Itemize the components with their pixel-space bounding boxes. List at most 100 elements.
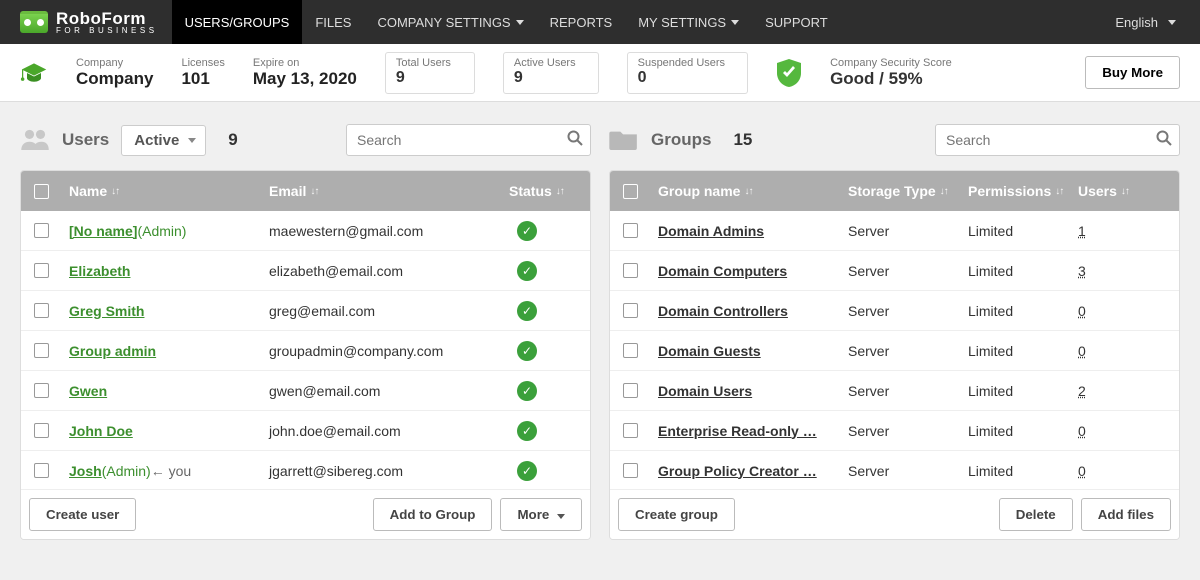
group-users: 0 (1070, 303, 1138, 319)
select-all-users-checkbox[interactable] (34, 184, 49, 199)
row-checkbox[interactable] (34, 263, 49, 278)
select-all-groups-checkbox[interactable] (623, 184, 638, 199)
group-users-count[interactable]: 0 (1078, 423, 1086, 439)
row-checkbox[interactable] (34, 303, 49, 318)
col-users[interactable]: Users↓↑ (1070, 183, 1138, 199)
buy-more-button[interactable]: Buy More (1085, 56, 1180, 89)
row-checkbox[interactable] (34, 383, 49, 398)
group-link[interactable]: Enterprise Read-only … (658, 423, 817, 439)
nav-item-files[interactable]: FILES (302, 0, 364, 44)
col-group-name[interactable]: Group name↓↑ (650, 183, 840, 199)
row-checkbox[interactable] (623, 263, 638, 278)
group-link[interactable]: Domain Controllers (658, 303, 788, 319)
nav-item-reports[interactable]: REPORTS (537, 0, 626, 44)
row-checkbox[interactable] (623, 423, 638, 438)
group-link[interactable]: Domain Computers (658, 263, 787, 279)
users-filter-dropdown[interactable]: Active (121, 125, 206, 156)
group-users-count[interactable]: 1 (1078, 223, 1086, 239)
stat-active-users: Active Users 9 (503, 52, 599, 94)
row-checkbox[interactable] (623, 343, 638, 358)
users-search-input[interactable] (346, 124, 591, 156)
group-users-count[interactable]: 0 (1078, 463, 1086, 479)
user-status: ✓ (501, 421, 579, 441)
nav-item-my-settings[interactable]: MY SETTINGS (625, 0, 752, 44)
user-status: ✓ (501, 461, 579, 481)
group-row: Domain AdminsServerLimited1 (610, 211, 1179, 251)
logo-text: RoboForm FOR BUSINESS (56, 10, 158, 35)
user-link[interactable]: Josh (69, 463, 102, 479)
delete-button[interactable]: Delete (999, 498, 1073, 531)
group-permissions: Limited (960, 463, 1070, 479)
nav-item-support[interactable]: SUPPORT (752, 0, 841, 44)
user-email: jgarrett@sibereg.com (261, 463, 501, 479)
group-link[interactable]: Domain Guests (658, 343, 761, 359)
group-permissions: Limited (960, 343, 1070, 359)
group-name-cell: Group Policy Creator … (650, 463, 840, 479)
user-row: Elizabethelizabeth@email.com✓ (21, 251, 590, 291)
user-link[interactable]: Gwen (69, 383, 107, 399)
language-selector[interactable]: English (1115, 15, 1200, 30)
groups-search-input[interactable] (935, 124, 1180, 156)
group-permissions: Limited (960, 303, 1070, 319)
row-checkbox[interactable] (623, 383, 638, 398)
user-row: [No name] (Admin)maewestern@gmail.com✓ (21, 211, 590, 251)
search-icon[interactable] (1156, 130, 1172, 149)
row-checkbox[interactable] (34, 423, 49, 438)
group-link[interactable]: Domain Admins (658, 223, 764, 239)
row-checkbox[interactable] (623, 223, 638, 238)
group-users-count[interactable]: 3 (1078, 263, 1086, 279)
row-checkbox[interactable] (34, 343, 49, 358)
stat-total-users: Total Users 9 (385, 52, 475, 94)
nav-item-users-groups[interactable]: USERS/GROUPS (172, 0, 303, 44)
group-row: Domain ComputersServerLimited3 (610, 251, 1179, 291)
group-link[interactable]: Domain Users (658, 383, 752, 399)
col-permissions[interactable]: Permissions↓↑ (960, 183, 1070, 199)
group-permissions: Limited (960, 223, 1070, 239)
user-link[interactable]: John Doe (69, 423, 133, 439)
add-to-group-button[interactable]: Add to Group (373, 498, 493, 531)
brand-logo[interactable]: RoboForm FOR BUSINESS (0, 10, 172, 35)
user-name-cell: [No name] (Admin) (61, 223, 261, 239)
user-link[interactable]: Elizabeth (69, 263, 130, 279)
user-link[interactable]: Greg Smith (69, 303, 144, 319)
group-storage: Server (840, 423, 960, 439)
col-storage-type[interactable]: Storage Type↓↑ (840, 183, 960, 199)
user-row: Gwengwen@email.com✓ (21, 371, 590, 411)
user-row: Group admingroupadmin@company.com✓ (21, 331, 590, 371)
user-link[interactable]: [No name] (69, 223, 137, 239)
users-title: Users (62, 130, 109, 150)
user-link[interactable]: Group admin (69, 343, 156, 359)
col-email[interactable]: Email↓↑ (261, 183, 501, 199)
sort-icon: ↓↑ (940, 186, 948, 197)
nav-item-company-settings[interactable]: COMPANY SETTINGS (364, 0, 536, 44)
group-users-count[interactable]: 2 (1078, 383, 1086, 399)
row-checkbox[interactable] (34, 463, 49, 478)
more-button[interactable]: More (500, 498, 582, 531)
group-name-cell: Domain Controllers (650, 303, 840, 319)
groups-table-header: Group name↓↑ Storage Type↓↑ Permissions↓… (610, 171, 1179, 211)
group-name-cell: Domain Users (650, 383, 840, 399)
add-files-button[interactable]: Add files (1081, 498, 1171, 531)
group-permissions: Limited (960, 423, 1070, 439)
user-name-cell: Gwen (61, 383, 261, 399)
chevron-down-icon (516, 20, 524, 25)
group-name-cell: Domain Admins (650, 223, 840, 239)
row-checkbox[interactable] (623, 303, 638, 318)
create-group-button[interactable]: Create group (618, 498, 735, 531)
group-users-count[interactable]: 0 (1078, 303, 1086, 319)
create-user-button[interactable]: Create user (29, 498, 136, 531)
user-email: maewestern@gmail.com (261, 223, 501, 239)
top-nav: RoboForm FOR BUSINESS USERS/GROUPSFILESC… (0, 0, 1200, 44)
groups-footer: Create group Delete Add files (610, 489, 1179, 539)
row-checkbox[interactable] (34, 223, 49, 238)
col-name[interactable]: Name↓↑ (61, 183, 261, 199)
row-checkbox[interactable] (623, 463, 638, 478)
search-icon[interactable] (567, 130, 583, 149)
sort-icon: ↓↑ (556, 186, 564, 197)
user-row: John Doejohn.doe@email.com✓ (21, 411, 590, 451)
group-link[interactable]: Group Policy Creator … (658, 463, 817, 479)
user-name-cell: John Doe (61, 423, 261, 439)
col-status[interactable]: Status↓↑ (501, 183, 579, 199)
group-name-cell: Domain Computers (650, 263, 840, 279)
group-users-count[interactable]: 0 (1078, 343, 1086, 359)
